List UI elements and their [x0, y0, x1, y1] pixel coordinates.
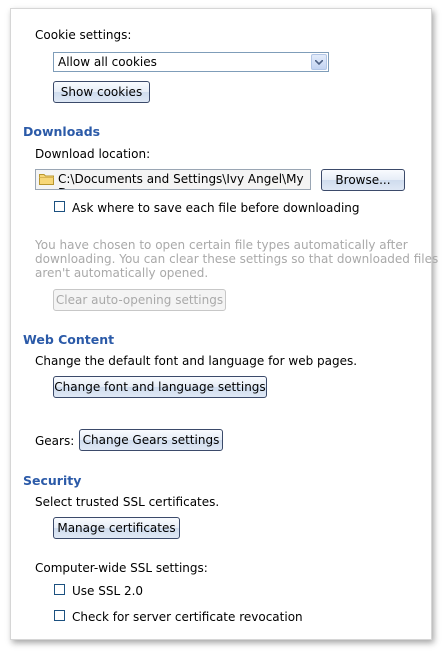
use-ssl2-checkbox[interactable]: [54, 584, 65, 595]
download-location-field[interactable]: C:\Documents and Settings\Ivy Angel\My D…: [35, 169, 311, 190]
change-gears-settings-button[interactable]: Change Gears settings: [79, 429, 223, 451]
downloads-heading: Downloads: [23, 124, 101, 139]
dropdown-arrow[interactable]: [311, 54, 327, 70]
change-font-language-button[interactable]: Change font and language settings: [53, 376, 267, 398]
manage-certificates-button[interactable]: Manage certificates: [53, 517, 180, 539]
cookie-settings-label: Cookie settings:: [35, 28, 132, 42]
web-content-heading: Web Content: [23, 332, 115, 347]
auto-open-text-line-1: You have chosen to open certain file typ…: [35, 238, 408, 252]
cert-revocation-checkbox[interactable]: [54, 610, 65, 621]
auto-open-text-line-3: aren't automatically opened.: [35, 266, 209, 280]
show-cookies-button[interactable]: Show cookies: [53, 81, 150, 103]
gears-label: Gears:: [35, 434, 75, 448]
auto-open-text-line-2: downloading. You can clear these setting…: [35, 252, 439, 266]
use-ssl2-label: Use SSL 2.0: [72, 584, 144, 598]
web-content-description: Change the default font and language for…: [35, 354, 358, 368]
security-heading: Security: [23, 473, 82, 488]
browse-button[interactable]: Browse...: [321, 169, 405, 191]
folder-icon: [39, 174, 54, 185]
download-location-path: C:\Documents and Settings\Ivy Angel\My D…: [58, 172, 304, 189]
ask-where-save-checkbox[interactable]: [54, 201, 65, 212]
download-location-label: Download location:: [35, 147, 151, 161]
ssl-certificates-description: Select trusted SSL certificates.: [35, 495, 220, 509]
ask-where-save-label: Ask where to save each file before downl…: [72, 201, 360, 215]
clear-auto-opening-button[interactable]: Clear auto-opening settings: [53, 289, 226, 311]
cookie-settings-select[interactable]: Allow all cookies: [53, 52, 329, 72]
chevron-down-icon: [315, 60, 323, 65]
settings-panel: Cookie settings: Allow all cookies Show …: [10, 8, 438, 640]
cert-revocation-label: Check for server certificate revocation: [72, 610, 303, 624]
computer-wide-ssl-label: Computer-wide SSL settings:: [35, 561, 208, 575]
cookie-settings-value: Allow all cookies: [58, 55, 157, 69]
